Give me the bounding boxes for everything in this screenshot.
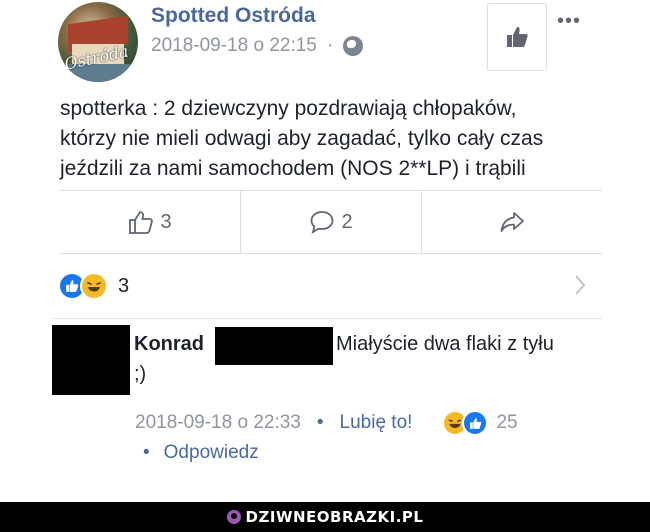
watermark-text: DZIWNEOBRAZKI.PL bbox=[245, 508, 424, 526]
share-button[interactable] bbox=[421, 191, 602, 253]
comment-reaction-count: 25 bbox=[496, 412, 518, 433]
reply-row: • Odpowiedz bbox=[143, 442, 259, 464]
more-icon[interactable]: ••• bbox=[557, 10, 581, 33]
watermark: DZIWNEOBRAZKI.PL bbox=[226, 508, 424, 526]
watermark-bar: DZIWNEOBRAZKI.PL bbox=[0, 502, 650, 532]
comment-button[interactable]: 2 bbox=[240, 191, 421, 253]
meta-separator: • bbox=[316, 412, 324, 433]
comment-reactions[interactable]: 25 bbox=[442, 410, 518, 436]
comment-meta: 2018-09-18 o 22:33 • Lubię to! 25 bbox=[135, 410, 518, 436]
meta-separator: · bbox=[326, 35, 334, 56]
watermark-logo-icon bbox=[226, 510, 241, 524]
redacted-surname bbox=[215, 327, 333, 365]
post-action-bar: 3 2 bbox=[60, 190, 602, 254]
reactions-count: 3 bbox=[118, 274, 130, 297]
share-icon bbox=[500, 212, 524, 232]
like-button[interactable]: 3 bbox=[60, 191, 240, 253]
post-timestamp[interactable]: 2018-09-18 o 22:15 bbox=[151, 35, 317, 57]
meta-separator: • bbox=[143, 442, 150, 463]
post-header: Ostróda Spotted Ostróda 2018-09-18 o 22:… bbox=[0, 0, 650, 90]
haha-reaction-icon bbox=[80, 272, 108, 300]
thumbs-up-icon bbox=[507, 27, 528, 47]
post-meta: 2018-09-18 o 22:15 · bbox=[151, 35, 364, 57]
comment-author[interactable]: Konrad bbox=[134, 333, 204, 356]
like-reaction-icon bbox=[462, 410, 489, 436]
post-text: spotterka : 2 dziewczyny pozdrawiają chł… bbox=[60, 94, 620, 184]
post-text-line: jeździli za nami samochodem (NOS 2**LP) … bbox=[60, 157, 526, 180]
globe-icon bbox=[343, 36, 364, 56]
comment-count: 2 bbox=[341, 210, 353, 233]
post-text-line: spotterka : 2 dziewczyny pozdrawiają chł… bbox=[60, 97, 517, 120]
like-count: 3 bbox=[160, 210, 172, 233]
comment-like-link[interactable]: Lubię to! bbox=[340, 412, 413, 434]
reply-link[interactable]: Odpowiedz bbox=[164, 442, 259, 464]
comment-timestamp[interactable]: 2018-09-18 o 22:33 bbox=[135, 412, 301, 434]
divider bbox=[52, 318, 602, 319]
post-text-line: którzy nie mieli odwagi aby zagadać, tyl… bbox=[60, 127, 544, 150]
commenter-avatar-redacted[interactable] bbox=[52, 325, 130, 395]
comment-text-continued: ;) bbox=[134, 363, 147, 385]
chevron-right-icon[interactable] bbox=[572, 272, 588, 298]
reactions-summary[interactable]: 3 bbox=[58, 268, 588, 304]
page-avatar[interactable]: Ostróda bbox=[58, 2, 138, 82]
comment-text: Miałyście dwa flaki z tyłu bbox=[336, 333, 554, 355]
like-page-button[interactable] bbox=[487, 3, 547, 71]
comment-icon bbox=[311, 211, 334, 234]
page-name-link[interactable]: Spotted Ostróda bbox=[151, 4, 316, 28]
thumbs-up-icon bbox=[129, 211, 154, 234]
